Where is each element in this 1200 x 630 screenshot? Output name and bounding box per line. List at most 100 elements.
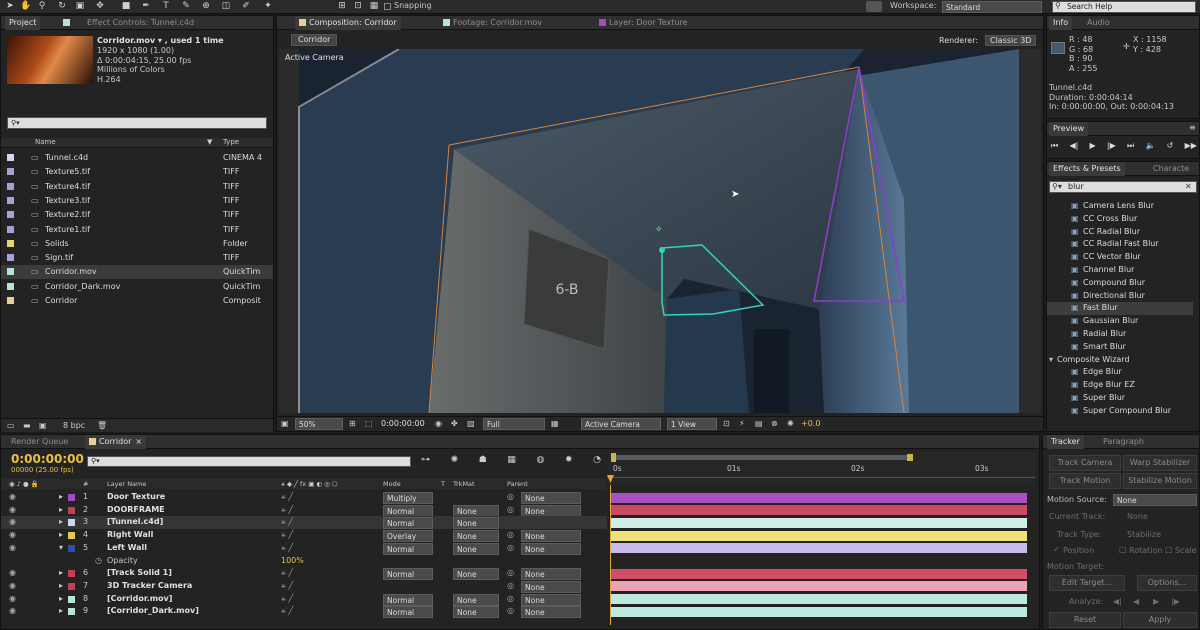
camera-view-select[interactable]: Active Camera bbox=[581, 418, 661, 430]
project-item[interactable]: ▭ Texture2.tif TIFF bbox=[1, 208, 273, 222]
time-ruler[interactable]: 0s 01s 02s 03s bbox=[607, 451, 1035, 485]
zoom-select[interactable]: 50% bbox=[295, 418, 343, 430]
label-color-swatch[interactable] bbox=[7, 297, 14, 304]
view-axis-icon[interactable]: ▦ bbox=[368, 1, 380, 12]
project-search-input[interactable]: ⚲▾ bbox=[7, 117, 267, 129]
region-of-interest-icon[interactable]: ⬚ bbox=[365, 419, 373, 428]
label-color-swatch[interactable] bbox=[7, 154, 14, 161]
zoom-tool-icon[interactable]: ⚲ bbox=[36, 1, 48, 12]
clear-search-icon[interactable]: ✕ bbox=[1185, 182, 1192, 191]
project-item[interactable]: ▭ Texture3.tif TIFF bbox=[1, 194, 273, 208]
track-type-select[interactable]: Stabilize bbox=[1127, 530, 1161, 539]
layer-duration-bar[interactable] bbox=[611, 581, 1027, 592]
tab-layer[interactable]: Layer: Door Texture bbox=[595, 16, 691, 30]
effect-category[interactable]: ▾ Composite Wizard bbox=[1047, 354, 1193, 367]
tab-composition[interactable]: Composition: Corridor bbox=[295, 16, 401, 30]
effect-item[interactable]: ▣ Fast Blur bbox=[1047, 302, 1193, 316]
interpret-footage-icon[interactable]: ▭ bbox=[7, 421, 15, 430]
layer-duration-bar[interactable] bbox=[611, 505, 1027, 516]
close-tab-icon[interactable]: × bbox=[135, 437, 142, 446]
draft-3d-icon[interactable]: ✺ bbox=[451, 455, 459, 465]
bpc-label[interactable]: 8 bpc bbox=[63, 421, 85, 430]
brush-tool-icon[interactable]: ✎ bbox=[180, 1, 192, 12]
effect-item[interactable]: ▣ CC Vector Blur bbox=[1047, 251, 1193, 264]
layer-duration-bar[interactable] bbox=[611, 517, 1027, 528]
label-color-swatch[interactable] bbox=[7, 239, 14, 247]
ram-preview-icon[interactable]: ▶▶ bbox=[1185, 141, 1197, 151]
layer-duration-bar[interactable] bbox=[611, 543, 1027, 554]
edit-target-button[interactable]: Edit Target... bbox=[1049, 575, 1125, 591]
first-frame-icon[interactable]: ⏮ bbox=[1051, 141, 1058, 151]
track-camera-button[interactable]: Track Camera bbox=[1049, 455, 1121, 471]
effect-item[interactable]: ▣ Channel Blur bbox=[1047, 264, 1193, 277]
pan-behind-tool-icon[interactable]: ✥ bbox=[94, 1, 106, 12]
layer-duration-bar[interactable] bbox=[611, 530, 1027, 541]
col-mode[interactable]: Mode bbox=[383, 479, 401, 489]
comp-breadcrumb[interactable]: Corridor bbox=[291, 34, 338, 46]
effect-item[interactable]: ▣ CC Radial Blur bbox=[1047, 226, 1193, 239]
transparency-grid-icon[interactable]: ▦ bbox=[551, 419, 559, 428]
rectangle-tool-icon[interactable]: ■ bbox=[120, 1, 132, 12]
tab-corridor[interactable]: Corridor × bbox=[85, 435, 147, 449]
rotation-checkbox[interactable]: □ bbox=[1119, 545, 1127, 554]
camera-tool-icon[interactable]: ▣ bbox=[74, 1, 86, 12]
loop-icon[interactable]: ↺ bbox=[1167, 141, 1174, 151]
resolution-select[interactable]: Full bbox=[483, 418, 545, 430]
work-area-end-handle[interactable] bbox=[907, 454, 913, 461]
label-color-swatch[interactable] bbox=[7, 196, 14, 204]
last-frame-icon[interactable]: ⏭ bbox=[1127, 141, 1134, 151]
comp-mini-flowchart-icon[interactable]: ⊶ bbox=[421, 455, 430, 465]
analyze-forward-icon[interactable]: ▶ bbox=[1153, 597, 1159, 606]
search-help-input[interactable]: Search Help bbox=[1052, 1, 1196, 13]
analyze-backward-icon[interactable]: ◀ bbox=[1133, 597, 1139, 606]
effect-item[interactable]: ▣ Edge Blur bbox=[1047, 366, 1193, 379]
project-item[interactable]: ▭ Tunnel.c4d CINEMA 4 bbox=[1, 151, 273, 165]
frame-blending-icon[interactable]: ▦ bbox=[507, 455, 516, 465]
effect-item[interactable]: ▣ Radial Blur bbox=[1047, 328, 1193, 341]
timeline-search-input[interactable]: ⚲▾ bbox=[87, 456, 411, 467]
reset-button[interactable]: Reset bbox=[1049, 612, 1121, 628]
timeline-icon[interactable]: ▤ bbox=[755, 419, 763, 428]
roto-brush-tool-icon[interactable]: ✐ bbox=[240, 1, 252, 12]
exposure-icon[interactable]: ✺ bbox=[787, 419, 794, 428]
rotate-tool-icon[interactable]: ↻ bbox=[56, 1, 68, 12]
label-color-swatch[interactable] bbox=[7, 211, 14, 219]
layer-duration-bar[interactable] bbox=[611, 492, 1027, 503]
selection-tool-icon[interactable]: ➤ bbox=[4, 1, 16, 12]
hand-tool-icon[interactable]: ✋ bbox=[20, 1, 32, 12]
warp-stabilizer-button[interactable]: Warp Stabilizer bbox=[1123, 455, 1197, 471]
show-channel-icon[interactable]: ✤ bbox=[451, 419, 458, 428]
stabilize-motion-button[interactable]: Stabilize Motion bbox=[1123, 473, 1197, 489]
project-item[interactable]: ▭ Sign.tif TIFF bbox=[1, 251, 273, 265]
tab-effects-presets[interactable]: Effects & Presets bbox=[1049, 162, 1125, 176]
effect-item[interactable]: ▣ CC Radial Fast Blur bbox=[1047, 238, 1193, 251]
tab-paragraph[interactable]: Paragraph bbox=[1099, 435, 1148, 449]
effect-item[interactable]: ▣ Edge Blur EZ bbox=[1047, 379, 1193, 392]
current-track-select[interactable]: None bbox=[1127, 512, 1148, 521]
effect-item[interactable]: ▣ Super Compound Blur bbox=[1047, 405, 1193, 418]
panel-menu-icon[interactable]: ≡ bbox=[1189, 123, 1196, 132]
tab-effect-controls[interactable]: Effect Controls: Tunnel.c4d bbox=[83, 16, 198, 30]
workspace-select[interactable]: Standard bbox=[942, 1, 1042, 13]
position-checkbox[interactable]: ✓ bbox=[1053, 545, 1060, 554]
project-item[interactable]: ▭ Corridor.mov QuickTim bbox=[1, 265, 273, 280]
analyze-back-frame-icon[interactable]: ◀| bbox=[1113, 597, 1122, 606]
apply-button[interactable]: Apply bbox=[1123, 612, 1197, 628]
col-layer-name[interactable]: Layer Name bbox=[107, 479, 146, 489]
trash-icon[interactable]: 🗑 bbox=[97, 421, 107, 430]
effect-item[interactable]: ▣ Smart Blur bbox=[1047, 341, 1193, 354]
label-color-swatch[interactable] bbox=[7, 225, 14, 233]
fast-previews-icon[interactable]: ⚡ bbox=[739, 419, 745, 428]
snapshot-icon[interactable]: ◉ bbox=[435, 419, 442, 428]
renderer-select[interactable]: Classic 3D bbox=[985, 35, 1037, 46]
layer-duration-bar[interactable] bbox=[611, 606, 1027, 617]
timeline-timecode[interactable]: 0:00:00:00 bbox=[11, 452, 84, 466]
safe-zones-icon[interactable]: ⊞ bbox=[349, 419, 356, 428]
prev-frame-icon[interactable]: ◀| bbox=[1069, 141, 1078, 151]
work-area-bar[interactable] bbox=[611, 455, 913, 460]
effect-item[interactable]: ▣ Compound Blur bbox=[1047, 277, 1193, 290]
project-item[interactable]: ▭ Corridor Composit bbox=[1, 294, 273, 308]
play-icon[interactable]: ▶ bbox=[1090, 141, 1096, 151]
world-axis-icon[interactable]: ⊡ bbox=[352, 1, 364, 12]
disclosure-triangle-icon[interactable]: ▾ bbox=[1049, 354, 1053, 367]
